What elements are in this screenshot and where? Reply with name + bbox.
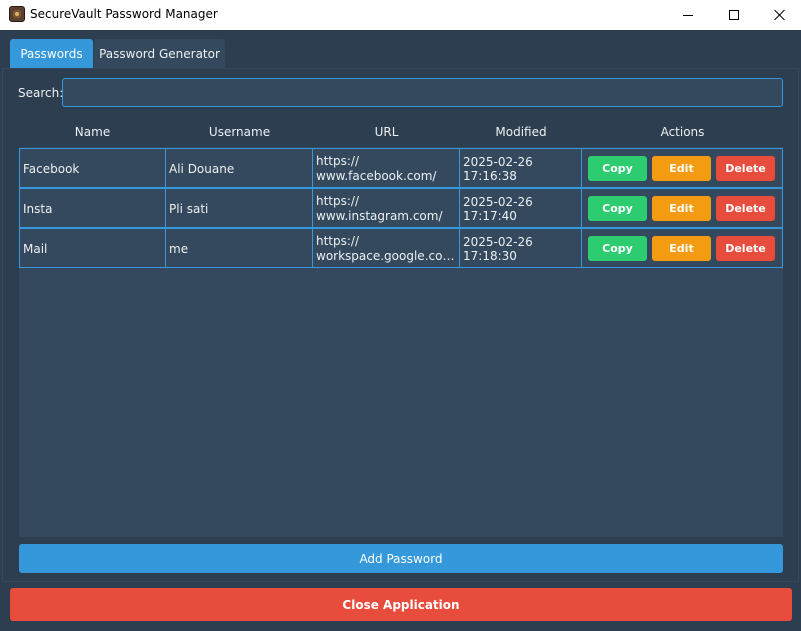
cell-name: Mail xyxy=(19,229,166,268)
cell-url: https://workspace.google.com/... xyxy=(313,229,460,268)
tab-passwords[interactable]: Passwords xyxy=(10,39,93,68)
cell-modified: 2025-02-26 17:17:40 xyxy=(460,189,582,228)
header-username[interactable]: Username xyxy=(166,117,313,147)
cell-url: https://www.instagram.com/ xyxy=(313,189,460,228)
close-icon xyxy=(774,9,786,21)
url-line-2: workspace.google.com/... xyxy=(316,248,456,263)
url-line-1: https:// xyxy=(316,233,360,248)
close-window-button[interactable] xyxy=(757,0,801,30)
header-actions[interactable]: Actions xyxy=(582,117,783,147)
add-password-button[interactable]: Add Password xyxy=(19,544,783,573)
url-line-1: https:// xyxy=(316,153,360,168)
header-modified[interactable]: Modified xyxy=(460,117,582,147)
cell-modified: 2025-02-26 17:16:38 xyxy=(460,149,582,188)
header-url[interactable]: URL xyxy=(313,117,460,147)
cell-name: Insta xyxy=(19,189,166,228)
cell-name: Facebook xyxy=(19,149,166,188)
edit-button[interactable]: Edit xyxy=(652,236,711,261)
cell-actions: Copy Edit Delete xyxy=(582,229,783,268)
search-input[interactable] xyxy=(62,78,783,107)
url-line-2: www.instagram.com/ xyxy=(316,208,443,223)
cell-actions: Copy Edit Delete xyxy=(582,149,783,188)
header-name[interactable]: Name xyxy=(19,117,166,147)
window-title: SecureVault Password Manager xyxy=(30,7,218,21)
delete-button[interactable]: Delete xyxy=(716,236,775,261)
delete-button[interactable]: Delete xyxy=(716,156,775,181)
cell-actions: Copy Edit Delete xyxy=(582,189,783,228)
cell-username: me xyxy=(166,229,313,268)
cell-url: https://www.facebook.com/ xyxy=(313,149,460,188)
copy-button[interactable]: Copy xyxy=(588,156,647,181)
edit-button[interactable]: Edit xyxy=(652,156,711,181)
table-row[interactable]: Mail me https://workspace.google.com/...… xyxy=(19,228,783,268)
copy-button[interactable]: Copy xyxy=(588,236,647,261)
copy-button[interactable]: Copy xyxy=(588,196,647,221)
title-bar: SecureVault Password Manager xyxy=(0,0,801,30)
maximize-button[interactable] xyxy=(711,0,757,30)
cell-modified: 2025-02-26 17:18:30 xyxy=(460,229,582,268)
table-row[interactable]: Insta Pli sati https://www.instagram.com… xyxy=(19,188,783,228)
delete-button[interactable]: Delete xyxy=(716,196,775,221)
search-label: Search: xyxy=(18,86,64,100)
close-application-button[interactable]: Close Application xyxy=(10,588,792,621)
minimize-icon xyxy=(683,14,693,16)
minimize-button[interactable] xyxy=(665,0,711,30)
url-line-1: https:// xyxy=(316,193,360,208)
table-header: Name Username URL Modified Actions xyxy=(19,117,783,147)
maximize-icon xyxy=(729,10,739,20)
tab-password-generator[interactable]: Password Generator xyxy=(94,39,225,68)
passwords-table: Name Username URL Modified Actions Faceb… xyxy=(19,117,783,537)
cell-username: Pli sati xyxy=(166,189,313,228)
edit-button[interactable]: Edit xyxy=(652,196,711,221)
vault-shield-icon xyxy=(9,6,25,22)
table-row[interactable]: Facebook Ali Douane https://www.facebook… xyxy=(19,148,783,188)
cell-username: Ali Douane xyxy=(166,149,313,188)
url-line-2: www.facebook.com/ xyxy=(316,168,437,183)
